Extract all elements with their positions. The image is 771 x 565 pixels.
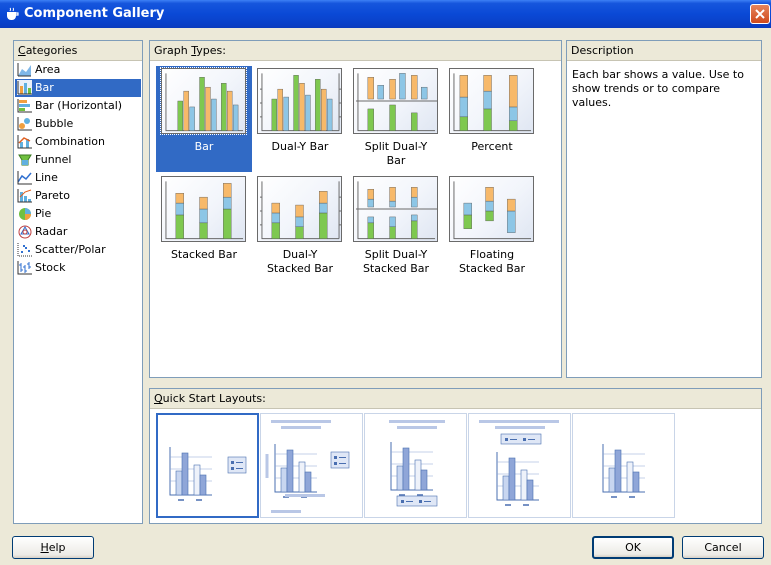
combination-chart-icon	[17, 134, 32, 149]
category-label: Bar (Horizontal)	[35, 99, 123, 112]
graph-type-label: Floating Stacked Bar	[444, 248, 540, 276]
graph-type-dual-y-stacked-bar[interactable]: Dual-Y Stacked Bar	[252, 174, 348, 280]
graph-type-label: Bar	[156, 140, 252, 154]
layout-preview-icon	[265, 420, 350, 513]
scatter-chart-icon	[17, 242, 32, 257]
category-item-stock[interactable]: Stock	[15, 259, 141, 277]
category-item-area[interactable]: Area	[15, 61, 141, 79]
help-button[interactable]: Help	[12, 536, 94, 559]
description-header: Description	[567, 41, 761, 61]
categories-header: Categories	[14, 41, 142, 61]
graph-type-label-line1: Dual-Y Bar	[271, 140, 329, 153]
area-chart-icon	[17, 62, 32, 77]
graph-thumbnail-icon	[160, 67, 247, 135]
close-button[interactable]	[750, 4, 770, 24]
graph-type-percent[interactable]: Percent	[444, 66, 540, 172]
graph-type-label: Stacked Bar	[156, 248, 252, 262]
graph-thumbnail-icon	[257, 176, 342, 242]
pareto-chart-icon	[17, 188, 32, 203]
graph-type-label: Dual-Y Stacked Bar	[252, 248, 348, 276]
coffee-cup-icon	[7, 7, 19, 20]
graph-type-label-line1: Stacked Bar	[170, 248, 238, 261]
graph-type-label-line2: Bar	[386, 154, 406, 167]
category-label: Radar	[35, 225, 68, 238]
category-item-bubble[interactable]: Bubble	[15, 115, 141, 133]
graph-types-header: Graph Types:	[150, 41, 561, 61]
quick-start-layout-4[interactable]	[468, 413, 571, 518]
graph-type-label-line1: Dual-Y	[282, 248, 318, 261]
layout-preview-icon	[479, 420, 559, 506]
graph-type-label-line1: Bar	[194, 140, 214, 153]
graph-type-label-line2: Stacked Bar	[266, 262, 334, 275]
category-label: Combination	[35, 135, 105, 148]
category-label: Pareto	[35, 189, 70, 202]
graph-type-label: Split Dual-Y Bar	[348, 140, 444, 168]
graph-type-split-dual-y-bar[interactable]: Split Dual-Y Bar	[348, 66, 444, 172]
title-bar: Component Gallery	[0, 0, 771, 28]
cancel-button[interactable]: Cancel	[682, 536, 764, 559]
graph-type-label: Dual-Y Bar	[252, 140, 348, 154]
quick-start-layout-2[interactable]	[260, 413, 363, 518]
category-label: Bubble	[35, 117, 74, 130]
category-label: Stock	[35, 261, 66, 274]
quick-start-layout-5[interactable]	[572, 413, 675, 518]
pie-chart-icon	[17, 206, 32, 221]
graph-thumbnail-icon	[449, 176, 534, 242]
category-label: Scatter/Polar	[35, 243, 106, 256]
layout-preview-icon	[169, 447, 247, 501]
graph-type-floating-stacked-bar[interactable]: Floating Stacked Bar	[444, 174, 540, 280]
description-text: Each bar shows a value. Use to show tren…	[572, 68, 744, 109]
graph-thumbnail-icon	[353, 176, 438, 242]
category-label: Area	[35, 63, 61, 76]
category-item-line[interactable]: Line	[15, 169, 141, 187]
category-item-pareto[interactable]: Pareto	[15, 187, 141, 205]
category-label: Pie	[35, 207, 52, 220]
graph-type-bar[interactable]: Bar	[156, 66, 252, 172]
graph-thumbnail-icon	[257, 68, 342, 134]
quick-start-layout-3[interactable]	[364, 413, 467, 518]
graph-type-label-line1: Split Dual-Y	[364, 248, 428, 261]
category-label: Bar	[35, 81, 54, 94]
graph-type-label-line1: Percent	[471, 140, 513, 153]
categories-panel: Categories Area Bar Bar (Horizontal) Bubble…	[13, 40, 143, 524]
quick-start-layout-1[interactable]	[156, 413, 259, 518]
graph-type-stacked-bar[interactable]: Stacked Bar	[156, 174, 252, 280]
description-panel: Description Each bar shows a value. Use …	[566, 40, 762, 378]
quick-start-header: Quick Start Layouts:	[150, 389, 761, 409]
category-label: Line	[35, 171, 58, 184]
window-title: Component Gallery	[24, 6, 165, 21]
graph-thumbnail-icon	[353, 68, 438, 134]
bubble-chart-icon	[17, 116, 32, 131]
horizontal-bar-chart-icon	[17, 98, 32, 113]
category-item-scatter-polar[interactable]: Scatter/Polar	[15, 241, 141, 259]
category-label: Funnel	[35, 153, 72, 166]
ok-button[interactable]: OK	[592, 536, 674, 559]
graph-types-panel: Graph Types: Bar Dual-Y Bar Split Dual-Y Ba…	[149, 40, 562, 378]
graph-type-label-line1: Floating	[469, 248, 515, 261]
graph-type-split-dual-y-stacked-bar[interactable]: Split Dual-Y Stacked Bar	[348, 174, 444, 280]
layout-preview-icon	[389, 420, 445, 507]
category-item-bar-horizontal[interactable]: Bar (Horizontal)	[15, 97, 141, 115]
graph-type-dual-y-bar[interactable]: Dual-Y Bar	[252, 66, 348, 172]
stock-chart-icon	[17, 260, 32, 275]
line-chart-icon	[17, 170, 32, 185]
funnel-chart-icon	[17, 152, 32, 167]
graph-type-label-line2: Stacked Bar	[458, 262, 526, 275]
layout-preview-icon	[602, 444, 645, 498]
category-item-combination[interactable]: Combination	[15, 133, 141, 151]
graph-type-label: Percent	[444, 140, 540, 154]
category-item-radar[interactable]: Radar	[15, 223, 141, 241]
bar-chart-icon	[17, 80, 32, 95]
quick-start-panel: Quick Start Layouts:	[149, 388, 762, 524]
category-item-pie[interactable]: Pie	[15, 205, 141, 223]
graph-thumbnail-icon	[449, 68, 534, 134]
category-item-funnel[interactable]: Funnel	[15, 151, 141, 169]
graph-type-label-line1: Split Dual-Y	[364, 140, 428, 153]
close-icon	[755, 9, 765, 19]
radar-chart-icon	[17, 224, 32, 239]
category-item-bar[interactable]: Bar	[15, 79, 141, 97]
graph-type-label-line2: Stacked Bar	[362, 262, 430, 275]
graph-type-label: Split Dual-Y Stacked Bar	[348, 248, 444, 276]
graph-thumbnail-icon	[161, 176, 246, 242]
